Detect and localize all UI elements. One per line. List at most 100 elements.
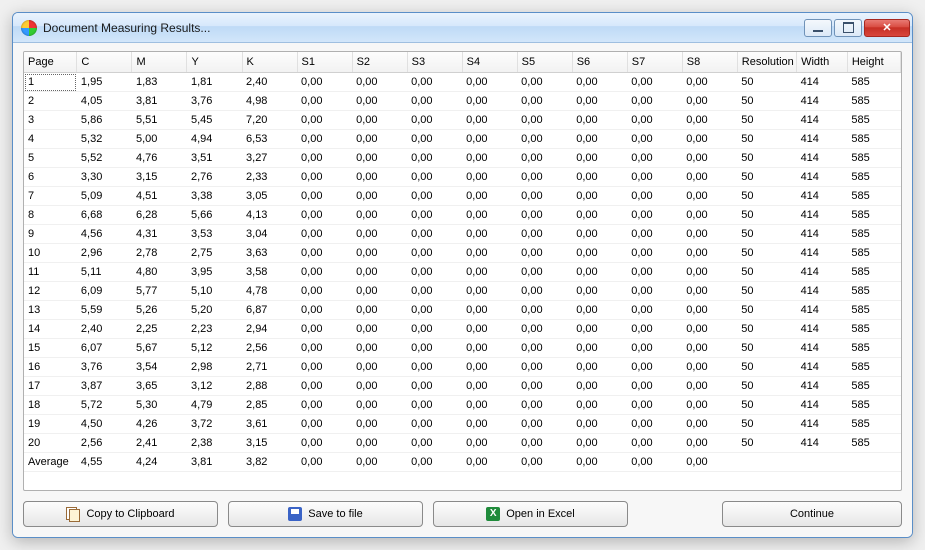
cell[interactable]: 7,20 [242, 111, 297, 130]
cell[interactable]: 0,00 [627, 301, 682, 320]
cell[interactable]: 4,98 [242, 92, 297, 111]
cell[interactable]: 0,00 [572, 92, 627, 111]
cell[interactable]: 0,00 [627, 453, 682, 472]
cell[interactable]: 6,07 [77, 339, 132, 358]
cell[interactable]: 0,00 [297, 111, 352, 130]
cell[interactable]: 0,00 [462, 111, 517, 130]
cell[interactable]: 0,00 [572, 187, 627, 206]
cell[interactable]: 5,00 [132, 130, 187, 149]
cell[interactable]: 0,00 [407, 282, 462, 301]
cell[interactable]: 5 [24, 149, 77, 168]
cell[interactable]: 0,00 [572, 377, 627, 396]
cell[interactable]: 50 [737, 206, 796, 225]
table-row[interactable]: 35,865,515,457,200,000,000,000,000,000,0… [24, 111, 901, 130]
table-row[interactable]: 185,725,304,792,850,000,000,000,000,000,… [24, 396, 901, 415]
cell[interactable]: 0,00 [297, 301, 352, 320]
column-header[interactable]: S8 [682, 52, 737, 73]
cell[interactable]: 0,00 [572, 453, 627, 472]
cell[interactable]: 2,38 [187, 434, 242, 453]
cell[interactable]: 0,00 [297, 320, 352, 339]
cell[interactable]: 0,00 [462, 73, 517, 92]
cell[interactable]: 0,00 [352, 263, 407, 282]
open-in-excel-button[interactable]: Open in Excel [433, 501, 628, 527]
cell[interactable]: 585 [847, 130, 900, 149]
cell[interactable]: 414 [797, 73, 848, 92]
cell[interactable]: 5,72 [77, 396, 132, 415]
cell[interactable]: 2,75 [187, 244, 242, 263]
cell[interactable]: 0,00 [352, 92, 407, 111]
table-row[interactable]: 63,303,152,762,330,000,000,000,000,000,0… [24, 168, 901, 187]
cell[interactable] [797, 453, 848, 472]
cell[interactable]: 0,00 [627, 206, 682, 225]
cell[interactable]: 2,33 [242, 168, 297, 187]
cell[interactable]: 12 [24, 282, 77, 301]
cell[interactable]: 0,00 [352, 453, 407, 472]
cell[interactable]: 585 [847, 111, 900, 130]
table-row[interactable]: 24,053,813,764,980,000,000,000,000,000,0… [24, 92, 901, 111]
cell[interactable]: 50 [737, 168, 796, 187]
cell[interactable]: 0,00 [572, 358, 627, 377]
cell[interactable]: 0,00 [352, 187, 407, 206]
cell[interactable]: 50 [737, 396, 796, 415]
cell[interactable]: 0,00 [407, 415, 462, 434]
cell[interactable]: 585 [847, 206, 900, 225]
cell[interactable]: 50 [737, 320, 796, 339]
cell[interactable]: 414 [797, 168, 848, 187]
cell[interactable]: 6,68 [77, 206, 132, 225]
cell[interactable]: 2,23 [187, 320, 242, 339]
column-header[interactable]: S3 [407, 52, 462, 73]
cell[interactable]: 0,00 [682, 149, 737, 168]
cell[interactable]: 0,00 [517, 453, 572, 472]
cell[interactable]: 0,00 [407, 130, 462, 149]
cell[interactable]: 4,80 [132, 263, 187, 282]
cell[interactable]: 3,61 [242, 415, 297, 434]
cell[interactable]: 0,00 [682, 263, 737, 282]
column-header[interactable]: K [242, 52, 297, 73]
cell[interactable]: 3,54 [132, 358, 187, 377]
cell[interactable]: 50 [737, 92, 796, 111]
cell[interactable]: 3,76 [77, 358, 132, 377]
cell[interactable]: 0,00 [627, 244, 682, 263]
cell[interactable]: 414 [797, 396, 848, 415]
cell[interactable]: 0,00 [297, 377, 352, 396]
cell[interactable]: 5,52 [77, 149, 132, 168]
cell[interactable]: 2,88 [242, 377, 297, 396]
cell[interactable]: 0,00 [572, 206, 627, 225]
continue-button[interactable]: Continue [722, 501, 902, 527]
cell[interactable]: 10 [24, 244, 77, 263]
cell[interactable]: 0,00 [297, 263, 352, 282]
column-header[interactable]: S6 [572, 52, 627, 73]
cell[interactable]: 2,40 [77, 320, 132, 339]
save-to-file-button[interactable]: Save to file [228, 501, 423, 527]
cell[interactable]: 0,00 [517, 111, 572, 130]
cell[interactable]: 0,00 [462, 301, 517, 320]
cell[interactable]: 585 [847, 73, 900, 92]
cell[interactable]: 0,00 [407, 320, 462, 339]
cell[interactable]: 2,56 [77, 434, 132, 453]
cell[interactable]: 0,00 [352, 225, 407, 244]
cell[interactable]: 0,00 [352, 282, 407, 301]
cell[interactable]: 0,00 [297, 358, 352, 377]
titlebar[interactable]: Document Measuring Results... [13, 13, 912, 43]
table-row[interactable]: 75,094,513,383,050,000,000,000,000,000,0… [24, 187, 901, 206]
cell[interactable]: 0,00 [407, 358, 462, 377]
cell[interactable]: 0,00 [297, 92, 352, 111]
cell[interactable]: 13 [24, 301, 77, 320]
cell[interactable]: 0,00 [517, 130, 572, 149]
cell[interactable]: 0,00 [682, 377, 737, 396]
cell[interactable]: 0,00 [572, 339, 627, 358]
table-row[interactable]: 194,504,263,723,610,000,000,000,000,000,… [24, 415, 901, 434]
cell[interactable]: 0,00 [517, 187, 572, 206]
cell[interactable]: 585 [847, 358, 900, 377]
cell[interactable]: 50 [737, 149, 796, 168]
cell[interactable]: 0,00 [682, 111, 737, 130]
table-row[interactable]: 86,686,285,664,130,000,000,000,000,000,0… [24, 206, 901, 225]
cell[interactable]: 0,00 [352, 301, 407, 320]
cell[interactable]: 5,32 [77, 130, 132, 149]
cell[interactable]: 0,00 [462, 358, 517, 377]
cell[interactable]: 0,00 [572, 263, 627, 282]
cell[interactable]: 3,63 [242, 244, 297, 263]
cell[interactable]: 414 [797, 149, 848, 168]
cell[interactable]: 0,00 [297, 396, 352, 415]
cell[interactable]: 0,00 [462, 282, 517, 301]
